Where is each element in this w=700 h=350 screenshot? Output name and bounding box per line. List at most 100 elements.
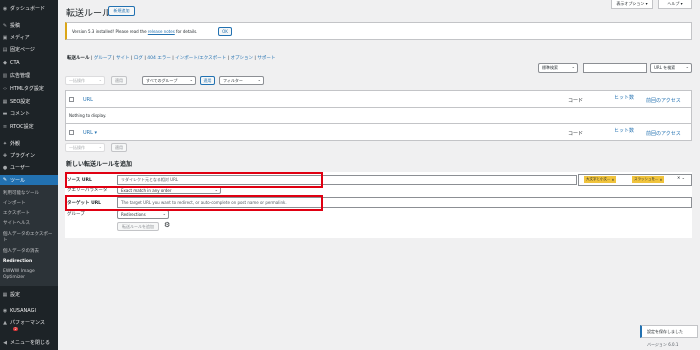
version-text: バージョン 6.0.1	[647, 342, 679, 347]
add-redirect-button[interactable]: 転送ルールを追加	[117, 222, 159, 231]
subnav-groups[interactable]: グループ	[94, 56, 112, 61]
submenu-export[interactable]: エクスポート	[3, 210, 30, 216]
code-icon: ‹›	[3, 85, 7, 92]
col-hits-footer[interactable]: ヒット数	[614, 127, 634, 134]
help-button[interactable]: ヘルプ ▾	[658, 0, 692, 9]
chevron-down-icon: ⌄	[98, 144, 102, 149]
col-code-footer: コード	[568, 131, 584, 137]
collapse-icon: ◀	[3, 339, 7, 346]
col-hits[interactable]: ヒット数	[614, 94, 634, 101]
tool-icon: ✎	[2, 177, 8, 183]
sidebar-item-appearance[interactable]: ✦ 外観	[0, 139, 58, 148]
subnav-404[interactable]: 404 エラー	[147, 56, 171, 61]
dashboard-icon: ◉	[2, 5, 8, 12]
case-insensitive-tag[interactable]: 大文字と小文... ✕	[584, 176, 617, 183]
chevron-down-icon: ⌄	[571, 64, 575, 69]
sidebar-item-pages[interactable]: ▤ 固定ページ	[0, 45, 58, 54]
gear-icon[interactable]: ⚙	[164, 221, 170, 229]
plugin-icon: ✚	[2, 152, 8, 159]
chevron-down-icon: ⌄	[98, 77, 102, 82]
subnav-support[interactable]: サポート	[257, 56, 275, 61]
chevron-down-icon: ⌄	[685, 64, 689, 69]
page-icon: ▤	[2, 46, 8, 53]
bulk-apply-button-bottom[interactable]: 適用	[111, 143, 127, 152]
admin-sidebar: ◉ ダッシュボード ✎ 投稿 ▣ メディア ▤ 固定ページ ◆ CTA ▥ 広告管理 ‹› H…	[0, 0, 58, 350]
group-select[interactable]: Redirections ⌄	[117, 210, 169, 219]
bulk-apply-button[interactable]: 適用	[111, 76, 127, 85]
page-title: 転送ルール	[66, 9, 112, 19]
search-type-select[interactable]: 標準検索 ⌄	[538, 63, 578, 73]
sidebar-item-seo[interactable]: ▦ SEO設定	[0, 97, 58, 106]
bulk-action-select-bottom[interactable]: 一括操作 ⌄	[65, 143, 105, 152]
chevron-down-icon: ⌄	[189, 77, 193, 82]
sidebar-item-settings[interactable]: ▦ 設定	[0, 290, 58, 299]
release-notes-link[interactable]: release notes	[148, 29, 175, 34]
saved-notice: 設定を保存しました	[640, 325, 698, 338]
notice-ok-button[interactable]: OK	[218, 27, 232, 36]
rtoc-icon: ≡	[2, 123, 8, 130]
search-input[interactable]	[583, 63, 647, 73]
table-header: URL コード ヒット数 前回のアクセス	[66, 91, 691, 108]
submenu-import[interactable]: インポート	[3, 200, 26, 206]
sidebar-item-rtoc[interactable]: ≡ RTOC設定	[0, 122, 58, 131]
add-form-title: 新しい転送ルールを追加	[66, 161, 133, 168]
col-code: コード	[568, 98, 584, 104]
subnav-options[interactable]: オプション	[231, 56, 254, 61]
table-footer: URL ▾ コード ヒット数 前回のアクセス	[66, 123, 691, 141]
sidebar-item-performance[interactable]: ▲ パフォーマンス	[0, 318, 58, 327]
appearance-icon: ✦	[2, 140, 8, 147]
seo-icon: ▦	[2, 98, 8, 105]
ad-icon: ▥	[2, 72, 8, 79]
ignore-slash-tag[interactable]: スラッシュを... ✕	[632, 176, 665, 183]
chevron-down-icon: ⌄	[257, 77, 261, 82]
filter-select[interactable]: フィルター ⌄	[219, 76, 264, 85]
redirect-table: URL コード ヒット数 前回のアクセス Nothing to display.…	[65, 90, 692, 141]
notice-text: Version 5.3 installed! Please read the r…	[72, 29, 198, 34]
group-label: グループ	[67, 212, 85, 217]
sidebar-item-html-tags[interactable]: ‹› HTMLタグ設定	[0, 84, 58, 93]
select-all-checkbox-footer[interactable]	[69, 130, 74, 135]
submenu-available-tools[interactable]: 利用可能なツール	[3, 190, 39, 196]
subnav-sites[interactable]: サイト	[116, 56, 130, 61]
media-icon: ▣	[2, 34, 8, 41]
target-url-highlight	[65, 195, 323, 211]
comment-icon: ▬	[2, 110, 8, 117]
group-apply-button[interactable]: 適用	[200, 76, 215, 85]
submenu-ewww[interactable]: EWWW Image	[3, 269, 35, 274]
sidebar-item-kusanagi[interactable]: ◉ KUSANAGI	[0, 306, 58, 315]
search-by-select[interactable]: URL を検索 ⌄	[650, 63, 692, 73]
sidebar-item-posts[interactable]: ✎ 投稿	[0, 21, 58, 30]
subnav: 転送ルール | グループ | サイト | ログ | 404 エラー | インポー…	[67, 56, 276, 61]
clear-tags-icon[interactable]: ✕ ⌄	[677, 175, 685, 180]
subnav-import-export[interactable]: インポート/エクスポート	[175, 56, 226, 61]
group-filter-select[interactable]: すべてのグループ ⌄	[142, 76, 196, 85]
submenu-ewww-cont[interactable]: Optimizer	[3, 275, 25, 280]
pin-icon: ✎	[2, 22, 8, 29]
bulk-action-select[interactable]: 一括操作 ⌄	[65, 76, 105, 85]
sidebar-item-users[interactable]: ● ユーザー	[0, 163, 58, 172]
screen-options-button[interactable]: 表示オプション ▾	[611, 0, 653, 9]
update-notice: Version 5.3 installed! Please read the r…	[65, 22, 692, 40]
sidebar-item-ads[interactable]: ▥ 広告管理	[0, 71, 58, 80]
sidebar-item-cta[interactable]: ◆ CTA	[0, 58, 58, 67]
col-last-access[interactable]: 前回のアクセス	[646, 97, 681, 104]
sidebar-item-plugins[interactable]: ✚ プラグイン	[0, 151, 58, 160]
submenu-redirection[interactable]: Redirection	[3, 259, 32, 264]
sidebar-item-dashboard[interactable]: ◉ ダッシュボード	[0, 4, 58, 13]
submenu-site-health[interactable]: サイトヘルス	[3, 220, 30, 226]
submenu-export-personal-data-cont[interactable]: ト	[3, 237, 8, 243]
select-all-checkbox[interactable]	[69, 97, 74, 102]
collapse-menu-button[interactable]: ◀ メニューを閉じる	[0, 338, 58, 347]
tools-submenu: 利用可能なツール インポート エクスポート サイトヘルス 個人データのエクスポー…	[0, 185, 58, 286]
sidebar-item-media[interactable]: ▣ メディア	[0, 33, 58, 42]
col-url-footer[interactable]: URL ▾	[83, 130, 97, 136]
sidebar-item-comments[interactable]: ▬ コメント	[0, 109, 58, 118]
submenu-export-personal-data[interactable]: 個人データのエクスポー	[3, 231, 52, 237]
subnav-logs[interactable]: ログ	[134, 56, 143, 61]
submenu-erase-personal-data[interactable]: 個人データの消去	[3, 248, 39, 254]
sidebar-item-tools[interactable]: ✎ ツール	[0, 175, 58, 185]
col-last-access-footer[interactable]: 前回のアクセス	[646, 130, 681, 137]
add-new-button[interactable]: 新規追加	[108, 6, 135, 16]
col-url[interactable]: URL	[83, 97, 93, 103]
settings-icon: ▦	[2, 291, 8, 298]
